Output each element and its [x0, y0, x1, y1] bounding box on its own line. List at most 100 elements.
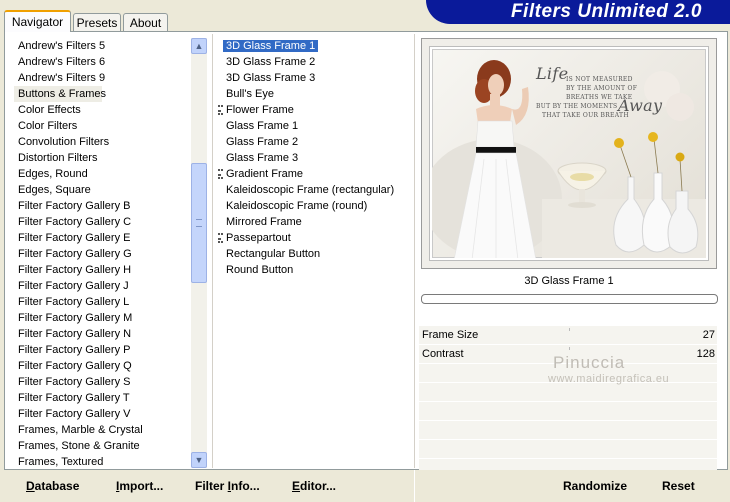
database-button[interactable]: Database — [26, 479, 79, 493]
category-item[interactable]: Filter Factory Gallery B — [14, 198, 192, 214]
parameter-value: 128 — [696, 348, 715, 360]
app-title: Filters Unlimited 2.0 — [510, 1, 702, 22]
preview-caption: 3D Glass Frame 1 — [524, 275, 614, 287]
category-item[interactable]: Filter Factory Gallery L — [14, 294, 192, 310]
watermark-name: Pinuccia — [553, 353, 626, 372]
category-item[interactable]: Filter Factory Gallery N — [14, 326, 192, 342]
scroll-thumb[interactable] — [191, 163, 207, 283]
filter-item-label: Gradient Frame — [226, 168, 304, 180]
filter-item-label: 3D Glass Frame 2 — [226, 56, 316, 68]
tab-presets[interactable]: Presets — [73, 13, 121, 31]
filter-item[interactable]: Glass Frame 1 — [222, 118, 412, 134]
category-item[interactable]: Frames, Textured — [14, 454, 192, 470]
app-banner: Filters Unlimited 2.0 — [426, 0, 730, 24]
category-item[interactable]: Andrew's Filters 9 — [14, 70, 192, 86]
group-marker-icon — [218, 233, 221, 243]
filter-item-label: Glass Frame 2 — [226, 136, 299, 148]
parameter-row — [419, 402, 717, 421]
category-item[interactable]: Andrew's Filters 5 — [14, 38, 192, 54]
filter-item[interactable]: Flower Frame — [218, 102, 412, 118]
filter-item-label: 3D Glass Frame 3 — [226, 72, 316, 84]
category-item[interactable]: Filter Factory Gallery H — [14, 262, 192, 278]
slider-tick — [569, 328, 570, 331]
category-item[interactable]: Filter Factory Gallery Q — [14, 358, 192, 374]
filter-item[interactable]: Kaleidoscopic Frame (rectangular) — [222, 182, 412, 198]
filter-item-label: Kaleidoscopic Frame (rectangular) — [226, 184, 395, 196]
preview-poem: Life IS NOT MEASURED BY THE AMOUNT OF BR… — [536, 64, 663, 120]
category-item[interactable]: Filter Factory Gallery P — [14, 342, 192, 358]
filter-item-label: Rectangular Button — [226, 248, 321, 260]
toolbar-divider — [414, 470, 415, 502]
category-item[interactable]: Andrew's Filters 6 — [14, 54, 192, 70]
parameter-row[interactable]: Frame Size 27 — [419, 326, 717, 345]
filter-item-label: Flower Frame — [226, 104, 294, 116]
filter-item[interactable]: Bull's Eye — [222, 86, 412, 102]
watermark-url: www.maidiregrafica.eu — [548, 373, 670, 385]
filter-item-label: Mirrored Frame — [226, 216, 302, 228]
parameter-row — [419, 440, 717, 459]
filter-item[interactable]: Gradient Frame — [218, 166, 412, 182]
category-item[interactable]: Filter Factory Gallery M — [14, 310, 192, 326]
filter-item-label: Kaleidoscopic Frame (round) — [226, 200, 368, 212]
category-item[interactable]: Edges, Round — [14, 166, 192, 182]
category-item[interactable]: Frames, Marble & Crystal — [14, 422, 192, 438]
category-item[interactable]: Distortion Filters — [14, 150, 192, 166]
import-button[interactable]: Import... — [116, 479, 163, 493]
list-divider — [414, 34, 415, 468]
filter-item[interactable]: 3D Glass Frame 2 — [222, 54, 412, 70]
filter-item[interactable]: Rectangular Button — [222, 246, 412, 262]
category-item[interactable]: Filter Factory Gallery G — [14, 246, 192, 262]
filter-info-button[interactable]: Filter Info... — [195, 479, 260, 493]
category-item[interactable]: Filter Factory Gallery V — [14, 406, 192, 422]
filter-item[interactable]: Round Button — [222, 262, 412, 278]
filter-item-label: Bull's Eye — [226, 88, 274, 100]
scroll-down-button[interactable]: ▼ — [191, 452, 207, 468]
filter-item[interactable]: Kaleidoscopic Frame (round) — [222, 198, 412, 214]
parameter-name: Contrast — [422, 348, 464, 360]
category-item[interactable]: Filter Factory Gallery T — [14, 390, 192, 406]
group-marker-icon — [218, 169, 221, 179]
category-item[interactable]: Convolution Filters — [14, 134, 192, 150]
chevron-up-icon: ▲ — [194, 41, 204, 51]
filter-item[interactable]: Glass Frame 2 — [222, 134, 412, 150]
preview-image: Life IS NOT MEASURED BY THE AMOUNT OF BR… — [421, 38, 717, 269]
category-list[interactable]: Andrew's Filters 5 Andrew's Filters 6 Andr… — [14, 38, 192, 470]
chevron-down-icon: ▼ — [194, 455, 204, 465]
filter-item-label: Glass Frame 3 — [226, 152, 299, 164]
filter-item[interactable]: Mirrored Frame — [222, 214, 412, 230]
category-item[interactable]: Filter Factory Gallery S — [14, 374, 192, 390]
filter-item-label: Glass Frame 1 — [226, 120, 299, 132]
list-divider — [212, 34, 213, 468]
randomize-button[interactable]: Randomize — [563, 479, 627, 493]
category-item[interactable]: Filter Factory Gallery E — [14, 230, 192, 246]
parameter-value: 27 — [702, 329, 715, 341]
category-item[interactable]: Color Effects — [14, 102, 192, 118]
category-item[interactable]: Buttons & Frames — [14, 86, 106, 102]
category-item[interactable]: Filter Factory Gallery J — [14, 278, 192, 294]
progress-bar — [421, 294, 718, 304]
parameter-row — [419, 383, 717, 402]
parameter-name: Frame Size — [422, 329, 479, 341]
category-scrollbar[interactable]: ▲ ▼ — [191, 38, 207, 468]
filter-item[interactable]: 3D Glass Frame 3 — [222, 70, 412, 86]
filter-item-label: Passepartout — [226, 232, 291, 244]
group-marker-icon — [218, 105, 221, 115]
category-item[interactable]: Filter Factory Gallery C — [14, 214, 192, 230]
scroll-up-button[interactable]: ▲ — [191, 38, 207, 54]
preview-frame: Life IS NOT MEASURED BY THE AMOUNT OF BR… — [430, 47, 708, 260]
filter-item[interactable]: Passepartout — [218, 230, 412, 246]
parameter-list: Frame Size 27 Contrast 128 — [419, 326, 717, 478]
parameter-row — [419, 421, 717, 440]
slider-tick — [569, 347, 570, 350]
tab-navigator[interactable]: Navigator — [4, 10, 71, 32]
filter-item-label: 3D Glass Frame 1 — [223, 40, 319, 52]
filter-item[interactable]: Glass Frame 3 — [222, 150, 412, 166]
category-item[interactable]: Edges, Square — [14, 182, 192, 198]
category-item[interactable]: Color Filters — [14, 118, 192, 134]
tab-about[interactable]: About — [123, 13, 168, 31]
filter-list[interactable]: 3D Glass Frame 1 3D Glass Frame 2 3D Glass… — [218, 38, 412, 278]
editor-button[interactable]: Editor... — [292, 479, 336, 493]
filter-item[interactable]: 3D Glass Frame 1 — [222, 38, 412, 54]
category-item[interactable]: Frames, Stone & Granite — [14, 438, 192, 454]
reset-button[interactable]: Reset — [662, 479, 695, 493]
